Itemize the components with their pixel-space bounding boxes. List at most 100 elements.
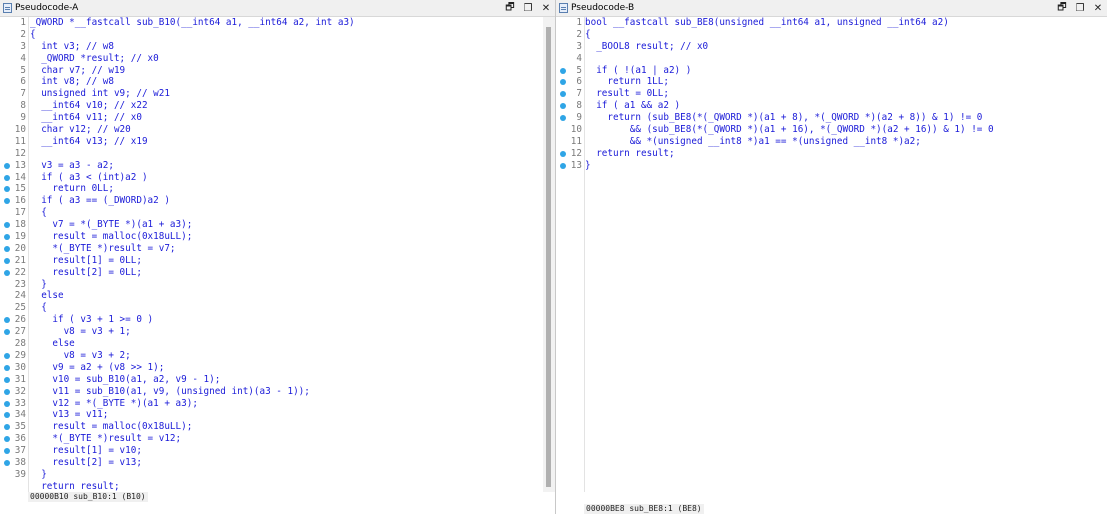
code-text[interactable]: }: [585, 160, 591, 172]
code-text[interactable]: v13 = v11;: [30, 409, 108, 421]
pseudocode-a-editor[interactable]: 1 _QWORD *__fastcall sub_B10(__int64 a1, …: [0, 17, 543, 492]
code-text[interactable]: v11 = sub_B10(a1, v9, (unsigned int)(a3 …: [30, 386, 310, 398]
code-line[interactable]: 34 v13 = v11;: [0, 409, 543, 421]
code-text[interactable]: bool __fastcall sub_BE8(unsigned __int64…: [585, 17, 949, 29]
code-line[interactable]: 3 _BOOL8 result; // x0: [556, 41, 1107, 53]
code-line[interactable]: 36 *(_BYTE *)result = v12;: [0, 433, 543, 445]
close-icon[interactable]: ✕: [537, 3, 555, 14]
code-text[interactable]: v10 = sub_B10(a1, a2, v9 - 1);: [30, 374, 220, 386]
code-text[interactable]: _QWORD *__fastcall sub_B10(__int64 a1, _…: [30, 17, 355, 29]
code-line[interactable]: 17 {: [0, 207, 543, 219]
code-line[interactable]: 10 && (sub_BE8(*(_QWORD *)(a1 + 16), *(_…: [556, 124, 1107, 136]
scrollbar-thumb[interactable]: [546, 27, 551, 487]
code-line[interactable]: 35 result = malloc(0x18uLL);: [0, 421, 543, 433]
code-line[interactable]: 20 *(_BYTE *)result = v7;: [0, 243, 543, 255]
code-line[interactable]: 2{: [556, 29, 1107, 41]
code-text[interactable]: int v8; // w8: [30, 76, 114, 88]
code-line[interactable]: 16 if ( a3 == (_DWORD)a2 ): [0, 195, 543, 207]
code-text[interactable]: char v7; // w19: [30, 65, 125, 77]
maximize-icon[interactable]: ❐: [1071, 3, 1089, 14]
code-text[interactable]: {: [585, 29, 591, 41]
code-line[interactable]: 10 char v12; // w20: [0, 124, 543, 136]
code-line[interactable]: 7 result = 0LL;: [556, 88, 1107, 100]
code-line[interactable]: 9 return (sub_BE8(*(_QWORD *)(a1 + 8), *…: [556, 112, 1107, 124]
code-line[interactable]: 6 return 1LL;: [556, 76, 1107, 88]
code-line[interactable]: 23 }: [0, 279, 543, 291]
code-text[interactable]: *(_BYTE *)result = v7;: [30, 243, 175, 255]
code-text[interactable]: char v12; // w20: [30, 124, 131, 136]
vertical-scrollbar[interactable]: [543, 17, 555, 492]
code-line[interactable]: 5 char v7; // w19: [0, 65, 543, 77]
code-text[interactable]: _QWORD *result; // x0: [30, 53, 159, 65]
code-line[interactable]: 37 result[1] = v10;: [0, 445, 543, 457]
pseudocode-b-editor[interactable]: 1 bool __fastcall sub_BE8(unsigned __int6…: [556, 17, 1107, 492]
pseudocode-b-titlebar[interactable]: Pseudocode-B 🗗 ❐ ✕: [556, 0, 1107, 17]
code-line[interactable]: 31 v10 = sub_B10(a1, a2, v9 - 1);: [0, 374, 543, 386]
code-text[interactable]: return result;: [30, 481, 119, 492]
code-line[interactable]: 11 __int64 v13; // x19: [0, 136, 543, 148]
code-text[interactable]: {: [30, 302, 47, 314]
code-text[interactable]: v12 = *(_BYTE *)(a1 + a3);: [30, 398, 198, 410]
code-text[interactable]: result = malloc(0x18uLL);: [30, 231, 192, 243]
code-text[interactable]: __int64 v10; // x22: [30, 100, 147, 112]
code-line[interactable]: 4 _QWORD *result; // x0: [0, 53, 543, 65]
code-text[interactable]: result[2] = v13;: [30, 457, 142, 469]
code-text[interactable]: if ( v3 + 1 >= 0 ): [30, 314, 153, 326]
code-text[interactable]: {: [30, 207, 47, 219]
code-line[interactable]: 19 result = malloc(0x18uLL);: [0, 231, 543, 243]
code-text[interactable]: v8 = v3 + 2;: [30, 350, 131, 362]
pseudocode-a-pane[interactable]: Pseudocode-A 🗗 ❐ ✕ 1 _QWORD *__fastcall s…: [0, 0, 556, 514]
code-text[interactable]: {: [30, 29, 36, 41]
code-text[interactable]: return 1LL;: [585, 76, 669, 88]
code-line[interactable]: 1 bool __fastcall sub_BE8(unsigned __int6…: [556, 17, 1107, 29]
code-text[interactable]: if ( a3 < (int)a2 ): [30, 172, 147, 184]
code-text[interactable]: _BOOL8 result; // x0: [585, 41, 708, 53]
code-line[interactable]: 2{: [0, 29, 543, 41]
code-line[interactable]: 21 result[1] = 0LL;: [0, 255, 543, 267]
close-icon[interactable]: ✕: [1089, 3, 1107, 14]
code-text[interactable]: }: [30, 469, 47, 481]
code-text[interactable]: && (sub_BE8(*(_QWORD *)(a1 + 16), *(_QWO…: [585, 124, 994, 136]
code-line[interactable]: 26 if ( v3 + 1 >= 0 ): [0, 314, 543, 326]
code-line[interactable]: 12: [0, 148, 543, 160]
code-line[interactable]: 38 result[2] = v13;: [0, 457, 543, 469]
code-line[interactable]: 29 v8 = v3 + 2;: [0, 350, 543, 362]
code-line[interactable]: return result;: [0, 481, 543, 492]
code-text[interactable]: int v3; // w8: [30, 41, 114, 53]
code-line[interactable]: 22 result[2] = 0LL;: [0, 267, 543, 279]
code-text[interactable]: result[1] = v10;: [30, 445, 142, 457]
code-text[interactable]: *(_BYTE *)result = v12;: [30, 433, 181, 445]
code-text[interactable]: return result;: [585, 148, 674, 160]
code-line[interactable]: 25 {: [0, 302, 543, 314]
code-line[interactable]: 6 int v8; // w8: [0, 76, 543, 88]
code-text[interactable]: else: [30, 338, 74, 350]
code-line[interactable]: 8 if ( a1 && a2 ): [556, 100, 1107, 112]
code-text[interactable]: return (sub_BE8(*(_QWORD *)(a1 + 8), *(_…: [585, 112, 982, 124]
code-line[interactable]: 12 return result;: [556, 148, 1107, 160]
code-line[interactable]: 13}: [556, 160, 1107, 172]
code-text[interactable]: result[1] = 0LL;: [30, 255, 142, 267]
code-line[interactable]: 27 v8 = v3 + 1;: [0, 326, 543, 338]
code-line[interactable]: 39 }: [0, 469, 543, 481]
code-text[interactable]: unsigned int v9; // w21: [30, 88, 170, 100]
code-line[interactable]: 3 int v3; // w8: [0, 41, 543, 53]
code-line[interactable]: 4: [556, 53, 1107, 65]
code-line[interactable]: 1 _QWORD *__fastcall sub_B10(__int64 a1, …: [0, 17, 543, 29]
code-line[interactable]: 32 v11 = sub_B10(a1, v9, (unsigned int)(…: [0, 386, 543, 398]
code-text[interactable]: v3 = a3 - a2;: [30, 160, 114, 172]
pseudocode-b-pane[interactable]: Pseudocode-B 🗗 ❐ ✕ 1 bool __fastcall sub_…: [556, 0, 1107, 514]
code-line[interactable]: 5 if ( !(a1 | a2) ): [556, 65, 1107, 77]
code-text[interactable]: if ( a3 == (_DWORD)a2 ): [30, 195, 170, 207]
code-text[interactable]: __int64 v11; // x0: [30, 112, 142, 124]
code-line[interactable]: 15 return 0LL;: [0, 183, 543, 195]
code-line[interactable]: 13 v3 = a3 - a2;: [0, 160, 543, 172]
code-text[interactable]: return 0LL;: [30, 183, 114, 195]
code-text[interactable]: if ( !(a1 | a2) ): [585, 65, 691, 77]
code-text[interactable]: v8 = v3 + 1;: [30, 326, 131, 338]
code-line[interactable]: 7 unsigned int v9; // w21: [0, 88, 543, 100]
code-text[interactable]: result = malloc(0x18uLL);: [30, 421, 192, 433]
maximize-icon[interactable]: ❐: [519, 3, 537, 14]
code-line[interactable]: 18 v7 = *(_BYTE *)(a1 + a3);: [0, 219, 543, 231]
restore-icon[interactable]: 🗗: [1053, 0, 1071, 17]
code-text[interactable]: __int64 v13; // x19: [30, 136, 147, 148]
